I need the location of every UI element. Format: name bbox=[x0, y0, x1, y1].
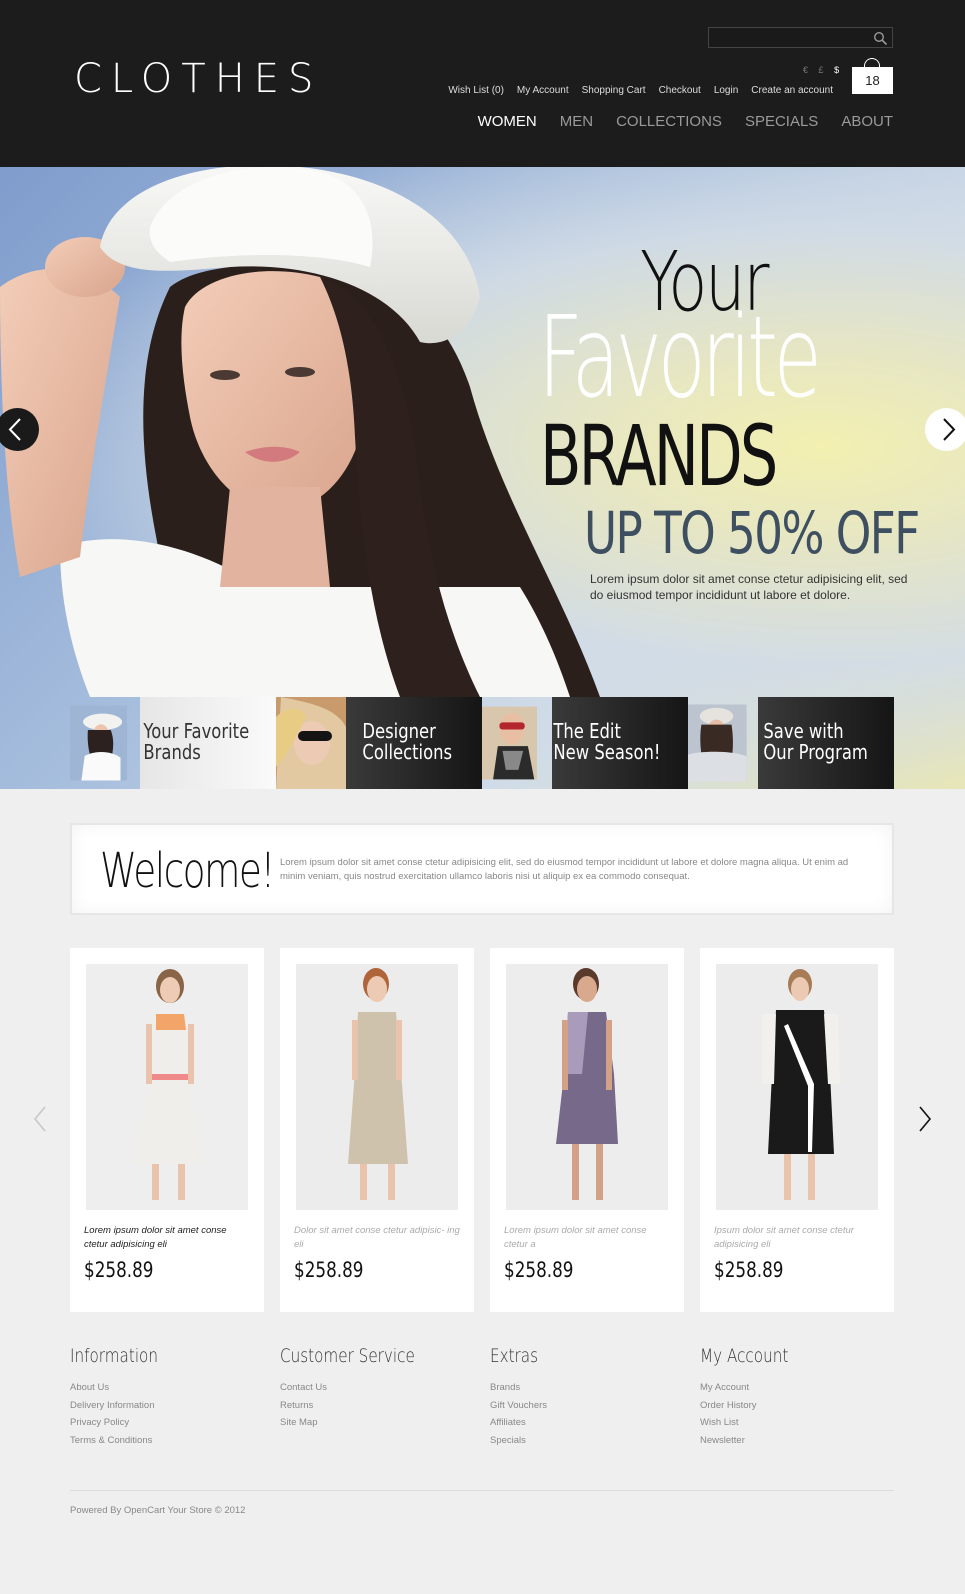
product-image[interactable] bbox=[716, 964, 878, 1210]
footer-link-returns[interactable]: Returns bbox=[280, 1397, 490, 1415]
footer-link-specials[interactable]: Specials bbox=[490, 1432, 700, 1450]
product-description[interactable]: Lorem ipsum dolor sit amet conse ctetur … bbox=[84, 1224, 252, 1252]
currency-pound[interactable]: £ bbox=[819, 65, 828, 75]
my-account-link[interactable]: My Account bbox=[517, 85, 569, 96]
nav-specials[interactable]: SPECIALS bbox=[745, 113, 818, 130]
footer-link-privacy[interactable]: Privacy Policy bbox=[70, 1414, 280, 1432]
product-card[interactable]: Lorem ipsum dolor sit amet conse ctetur … bbox=[490, 948, 684, 1312]
banner-title: Save with Our Program bbox=[763, 719, 868, 764]
footer-link-contact[interactable]: Contact Us bbox=[280, 1379, 490, 1397]
welcome-text: Lorem ipsum dolor sit amet conse ctetur … bbox=[280, 857, 849, 882]
footer-columns: Information About Us Delivery Informatio… bbox=[70, 1345, 910, 1449]
welcome-box: Welcome! Lorem ipsum dolor sit amet cons… bbox=[70, 823, 894, 915]
product-description[interactable]: Dolor sit amet conse ctetur adipisic- in… bbox=[294, 1224, 462, 1252]
cart-count-button[interactable]: 18 bbox=[852, 67, 893, 94]
search-input[interactable] bbox=[708, 27, 893, 48]
welcome-title: Welcome! bbox=[100, 843, 275, 899]
footer-column-customer-service: Customer Service Contact Us Returns Site… bbox=[280, 1345, 490, 1449]
shopping-cart-link[interactable]: Shopping Cart bbox=[582, 85, 646, 96]
footer-link-affiliates[interactable]: Affiliates bbox=[490, 1414, 700, 1432]
nav-women[interactable]: WOMEN bbox=[478, 113, 537, 130]
banner-thumb-image bbox=[70, 705, 128, 781]
banner-thumb-image bbox=[688, 704, 747, 782]
product-description[interactable]: Lorem ipsum dolor sit amet conse ctetur … bbox=[504, 1224, 672, 1252]
promo-banner-collections[interactable]: Designer Collections bbox=[276, 697, 482, 789]
product-price: $258.89 bbox=[84, 1258, 154, 1282]
banner-title: Your Favorite Brands bbox=[143, 719, 250, 764]
footer-heading: My Account bbox=[700, 1345, 789, 1367]
wishlist-link[interactable]: Wish List (0) bbox=[448, 85, 504, 96]
site-logo[interactable]: CLOTHES bbox=[74, 56, 322, 102]
footer-link-terms[interactable]: Terms & Conditions bbox=[70, 1432, 280, 1450]
footer-divider bbox=[70, 1490, 894, 1491]
footer-link-sitemap[interactable]: Site Map bbox=[280, 1414, 490, 1432]
banner-thumb-image bbox=[482, 706, 538, 780]
promo-banner-brands[interactable]: Your Favorite Brands bbox=[70, 697, 276, 789]
footer-heading: Extras bbox=[490, 1345, 539, 1367]
main-nav: WOMEN MEN COLLECTIONS SPECIALS ABOUT bbox=[478, 113, 893, 130]
footer-link-about-us[interactable]: About Us bbox=[70, 1379, 280, 1397]
products-next-button[interactable] bbox=[916, 1104, 934, 1134]
chevron-left-icon bbox=[8, 418, 21, 441]
currency-switcher: € £ $ bbox=[803, 65, 843, 75]
product-image[interactable] bbox=[506, 964, 668, 1210]
banner-thumb-image bbox=[276, 697, 346, 789]
footer-column-information: Information About Us Delivery Informatio… bbox=[70, 1345, 280, 1449]
product-price: $258.89 bbox=[714, 1258, 784, 1282]
product-image[interactable] bbox=[86, 964, 248, 1210]
footer-link-gift-vouchers[interactable]: Gift Vouchers bbox=[490, 1397, 700, 1415]
footer-column-extras: Extras Brands Gift Vouchers Affiliates S… bbox=[490, 1345, 700, 1449]
product-image[interactable] bbox=[296, 964, 458, 1210]
promo-banner-program[interactable]: Save with Our Program bbox=[688, 697, 894, 789]
banner-title: The Edit New Season! bbox=[553, 719, 661, 764]
hero-model-photo bbox=[0, 167, 600, 697]
footer-link-newsletter[interactable]: Newsletter bbox=[700, 1432, 910, 1450]
footer-link-order-history[interactable]: Order History bbox=[700, 1397, 910, 1415]
nav-collections[interactable]: COLLECTIONS bbox=[616, 113, 722, 130]
product-price: $258.89 bbox=[294, 1258, 364, 1282]
nav-men[interactable]: MEN bbox=[560, 113, 593, 130]
hero-discount: UP TO 50% OFF bbox=[584, 499, 920, 567]
product-card[interactable]: Ipsum dolor sit amet conse ctetur adipis… bbox=[700, 948, 894, 1312]
footer-link-brands[interactable]: Brands bbox=[490, 1379, 700, 1397]
product-carousel: Lorem ipsum dolor sit amet conse ctetur … bbox=[70, 948, 894, 1312]
checkout-link[interactable]: Checkout bbox=[659, 85, 701, 96]
product-card[interactable]: Dolor sit amet conse ctetur adipisic- in… bbox=[280, 948, 474, 1312]
footer-column-my-account: My Account My Account Order History Wish… bbox=[700, 1345, 910, 1449]
footer-heading: Customer Service bbox=[280, 1345, 415, 1367]
footer-heading: Information bbox=[70, 1345, 158, 1367]
product-price: $258.89 bbox=[504, 1258, 574, 1282]
banner-title: Designer Collections bbox=[362, 719, 453, 764]
currency-euro[interactable]: € bbox=[803, 65, 812, 75]
footer-link-my-account[interactable]: My Account bbox=[700, 1379, 910, 1397]
search-icon[interactable] bbox=[873, 31, 888, 46]
slider-next-button[interactable] bbox=[925, 408, 965, 451]
hero-slider: Your Favorite BRANDS UP TO 50% OFF Lorem… bbox=[0, 167, 965, 789]
currency-dollar[interactable]: $ bbox=[834, 65, 843, 75]
products-prev-button[interactable] bbox=[31, 1104, 49, 1134]
footer-link-delivery[interactable]: Delivery Information bbox=[70, 1397, 280, 1415]
nav-about[interactable]: ABOUT bbox=[841, 113, 893, 130]
slider-prev-button[interactable] bbox=[0, 408, 39, 451]
promo-banner-new-season[interactable]: The Edit New Season! bbox=[482, 697, 688, 789]
header: CLOTHES € £ $ 18 Wish List (0) My Accoun… bbox=[0, 0, 965, 167]
chevron-right-icon bbox=[943, 418, 956, 441]
top-links: Wish List (0) My Account Shopping Cart C… bbox=[448, 85, 833, 96]
product-description[interactable]: Ipsum dolor sit amet conse ctetur adipis… bbox=[714, 1224, 882, 1252]
create-account-link[interactable]: Create an account bbox=[751, 85, 833, 96]
powered-by-text: Powered By OpenCart Your Store © 2012 bbox=[70, 1505, 246, 1516]
hero-headline-favorite: Favorite bbox=[538, 293, 822, 423]
hero-headline-brands: BRANDS bbox=[540, 407, 778, 505]
hero-description: Lorem ipsum dolor sit amet conse ctetur … bbox=[590, 572, 908, 602]
footer-link-wish-list[interactable]: Wish List bbox=[700, 1414, 910, 1432]
login-link[interactable]: Login bbox=[714, 85, 738, 96]
promo-banners: Your Favorite Brands Designer Collections bbox=[70, 697, 894, 789]
product-card[interactable]: Lorem ipsum dolor sit amet conse ctetur … bbox=[70, 948, 264, 1312]
